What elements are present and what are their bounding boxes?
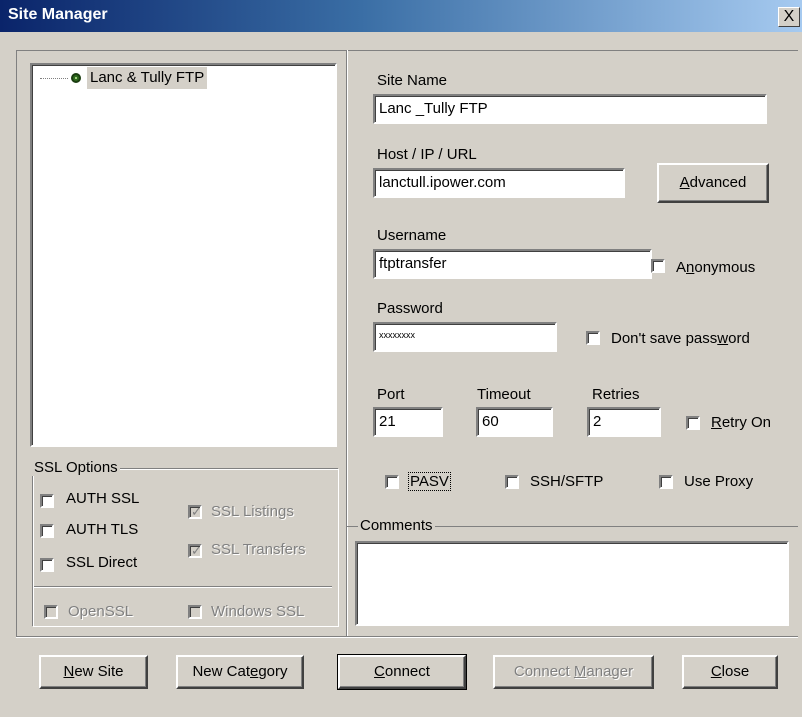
panel-divider-highlight: [347, 50, 348, 636]
close-button[interactable]: Close: [682, 655, 778, 689]
ssl-transfers-label: SSL Transfers: [211, 541, 306, 558]
ssl-separator-highlight: [34, 587, 332, 588]
ssh-sftp-checkbox[interactable]: [505, 475, 519, 489]
retries-input[interactable]: 2: [587, 407, 661, 437]
auth-ssl-label: AUTH SSL: [66, 490, 140, 507]
comments-title: Comments: [358, 517, 435, 534]
ssl-direct-checkbox[interactable]: [40, 558, 54, 572]
retry-on-label: Retry On: [711, 414, 772, 431]
close-window-button[interactable]: X: [778, 7, 800, 27]
auth-tls-label: AUTH TLS: [66, 521, 139, 538]
checkmark-icon: ✓: [191, 543, 202, 558]
port-input[interactable]: 21: [373, 407, 443, 437]
dont-save-password-checkbox[interactable]: [586, 331, 600, 345]
port-label: Port: [377, 386, 405, 403]
new-site-button[interactable]: New Site: [39, 655, 148, 689]
auth-ssl-checkbox[interactable]: [40, 494, 54, 508]
anonymous-label: Anonymous: [676, 259, 756, 276]
retry-on-checkbox[interactable]: [686, 416, 700, 430]
username-label: Username: [377, 227, 447, 244]
window-title: Site Manager: [8, 6, 108, 23]
auth-tls-checkbox[interactable]: [40, 524, 54, 538]
panel-left-border: [16, 50, 17, 636]
ssh-sftp-label: SSH/SFTP: [530, 473, 604, 490]
timeout-label: Timeout: [477, 386, 531, 403]
windows-ssl-checkbox[interactable]: [188, 605, 202, 619]
timeout-input[interactable]: 60: [476, 407, 553, 437]
password-label: Password: [377, 300, 443, 317]
comments-textarea[interactable]: [355, 541, 789, 626]
panel-bottom-highlight: [16, 637, 798, 638]
checkmark-icon: ✓: [191, 504, 202, 519]
ssl-listings-label: SSL Listings: [211, 503, 294, 520]
windows-ssl-label: Windows SSL: [211, 603, 305, 620]
site-tree[interactable]: Lanc & Tully FTP: [30, 63, 337, 447]
ssl-options-title: SSL Options: [32, 459, 120, 476]
tree-item-label[interactable]: Lanc & Tully FTP: [87, 67, 208, 89]
close-icon: X: [783, 8, 795, 25]
site-name-label: Site Name: [377, 72, 448, 89]
ssl-listings-checkbox[interactable]: ✓: [188, 505, 202, 519]
use-proxy-checkbox[interactable]: [659, 475, 673, 489]
dont-save-password-label: Don't save password: [611, 330, 750, 347]
new-category-button[interactable]: New Category: [176, 655, 304, 689]
tree-connector: [40, 78, 68, 79]
ssl-direct-label: SSL Direct: [66, 554, 138, 571]
site-name-input[interactable]: Lanc _Tully FTP: [373, 94, 767, 124]
host-label: Host / IP / URL: [377, 146, 477, 163]
connect-button[interactable]: Connect: [337, 654, 467, 690]
retries-label: Retries: [592, 386, 640, 403]
anonymous-checkbox[interactable]: [651, 259, 665, 273]
use-proxy-label: Use Proxy: [684, 473, 754, 490]
title-bar: [0, 0, 802, 32]
openssl-checkbox[interactable]: [44, 605, 58, 619]
panel-top-border: [16, 50, 798, 51]
ssl-transfers-checkbox[interactable]: ✓: [188, 544, 202, 558]
connect-manager-button[interactable]: Connect Manager: [493, 655, 654, 689]
pasv-label: PASV: [408, 472, 451, 491]
host-input[interactable]: lanctull.ipower.com: [373, 168, 625, 198]
site-connected-icon: [71, 73, 81, 83]
pasv-checkbox[interactable]: [385, 475, 399, 489]
username-input[interactable]: ftptransfer: [373, 249, 652, 279]
advanced-button[interactable]: Advanced: [657, 163, 769, 203]
password-input[interactable]: xxxxxxxx: [373, 322, 557, 352]
openssl-label: OpenSSL: [68, 603, 134, 620]
